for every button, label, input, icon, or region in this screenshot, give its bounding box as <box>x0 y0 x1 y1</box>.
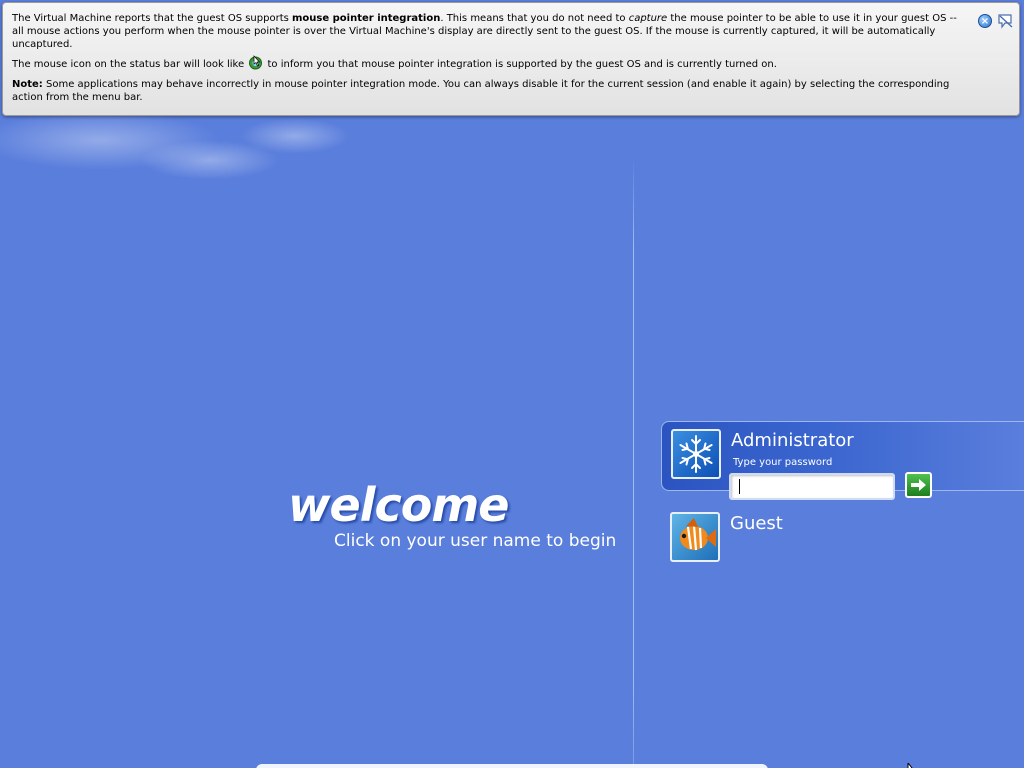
banner-paragraph-2: The mouse icon on the status bar will lo… <box>12 55 968 71</box>
login-screen: The Virtual Machine reports that the gue… <box>0 0 1024 768</box>
password-label: Type your password <box>733 457 833 468</box>
login-go-button[interactable] <box>905 472 932 498</box>
text-caret <box>739 479 740 494</box>
panel-divider <box>633 158 634 768</box>
welcome-subtitle: Click on your user name to begin <box>334 531 617 551</box>
dont-show-again-icon[interactable] <box>997 13 1015 29</box>
banner-text: The Virtual Machine reports that the gue… <box>12 12 968 108</box>
cloud <box>240 118 350 154</box>
banner-paragraph-3: Note: Some applications may behave incor… <box>12 79 950 103</box>
user-name-guest[interactable]: Guest <box>730 513 783 534</box>
mouse-cursor-icon <box>907 758 921 768</box>
arrow-right-icon <box>911 479 926 491</box>
mouse-integration-icon <box>248 55 263 70</box>
welcome-title: welcome <box>288 478 509 532</box>
banner-paragraph-1: The Virtual Machine reports that the gue… <box>12 13 957 50</box>
fish-icon[interactable] <box>670 512 720 562</box>
user-name-administrator[interactable]: Administrator <box>731 430 854 451</box>
user-tile-guest[interactable]: Guest <box>661 505 961 571</box>
password-input[interactable] <box>729 473 895 500</box>
close-icon[interactable]: × <box>978 14 992 28</box>
snowflake-icon[interactable] <box>671 429 721 479</box>
vm-mouse-integration-banner: The Virtual Machine reports that the gue… <box>2 2 1020 116</box>
bottom-panel-edge <box>256 764 768 768</box>
